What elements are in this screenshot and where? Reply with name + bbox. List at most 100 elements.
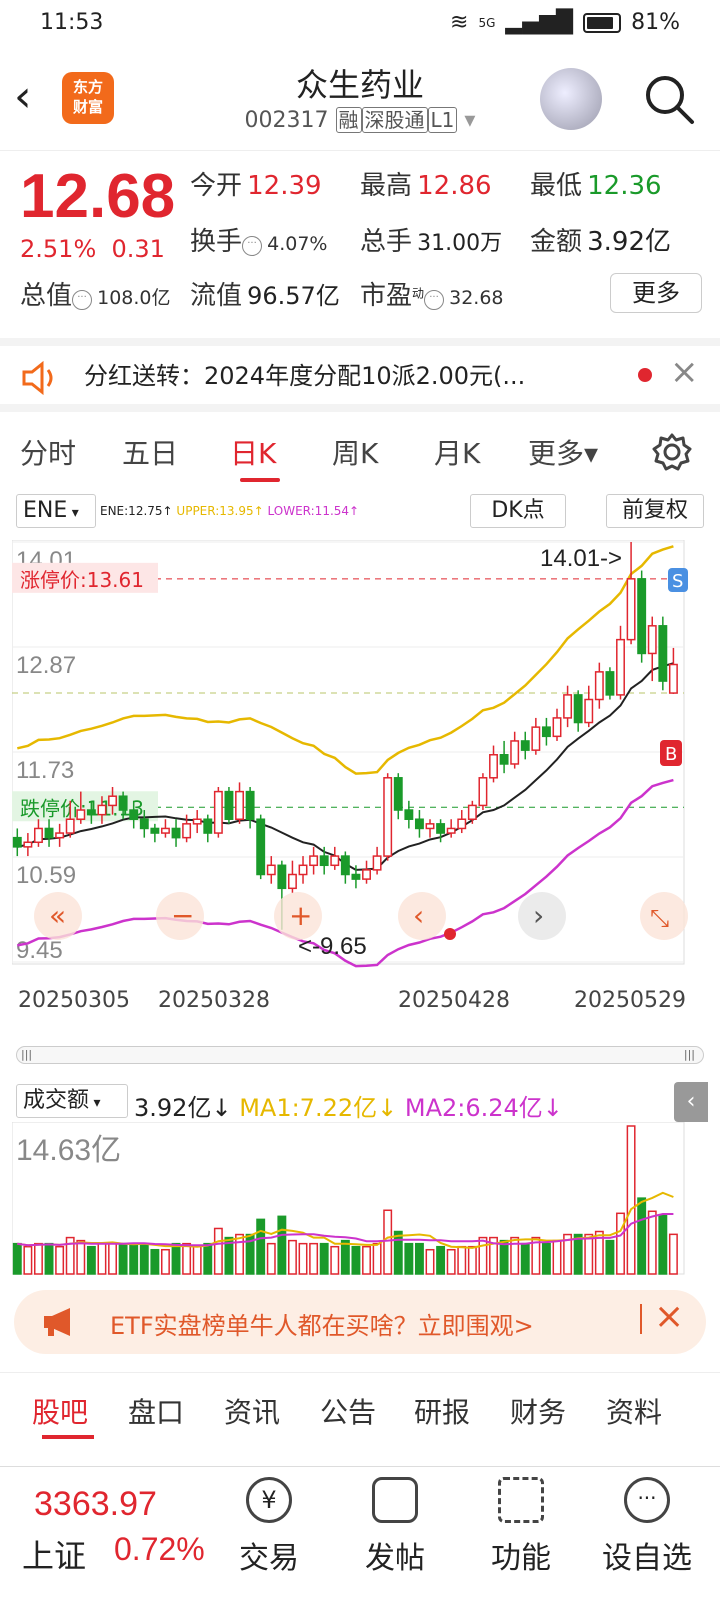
volume-bar	[97, 1242, 107, 1275]
tab-zixun[interactable]: 资讯	[224, 1391, 280, 1431]
quote-panel: 12.68 2.51% 0.31 今开 12.39 最高 12.86 最低 12…	[0, 150, 720, 330]
ma1-value: MA1:7.22亿	[239, 1094, 378, 1122]
chevron-left-icon[interactable]: ‹	[674, 1082, 708, 1122]
volume-select[interactable]: 成交额 ▾	[16, 1084, 128, 1118]
candle-body	[12, 836, 22, 848]
volume-bar	[55, 1245, 65, 1275]
candle-body	[573, 694, 583, 724]
volume-bar	[44, 1242, 54, 1275]
range-scrollbar[interactable]: ||| |||	[16, 1046, 704, 1064]
candle-body	[404, 809, 414, 820]
tab-zhouk[interactable]: 周K	[332, 432, 378, 472]
volume-bar	[552, 1239, 562, 1275]
dividend-notice[interactable]: 分红送转：2024年度分配10派2.00元(... ×	[0, 338, 720, 412]
candle-body	[182, 823, 192, 839]
volume-bar	[277, 1215, 287, 1275]
tab-pankou[interactable]: 盘口	[128, 1391, 184, 1431]
tab-caiwu[interactable]: 财务	[510, 1391, 566, 1431]
chart-nav-icon: ‹	[413, 899, 424, 932]
wifi-icon: ≋	[450, 10, 469, 35]
volume-bar	[520, 1242, 530, 1275]
stock-code: 002317	[244, 108, 329, 133]
tab-yuek[interactable]: 月K	[434, 432, 480, 472]
change-amount: 0.31	[111, 235, 165, 263]
adjust-button[interactable]: 前复权	[606, 494, 704, 528]
search-icon[interactable]	[640, 70, 698, 128]
trade-button[interactable]: ¥ 交易	[214, 1477, 324, 1577]
tab-yanbao[interactable]: 研报	[414, 1391, 470, 1431]
low-item: 最低 12.36	[530, 171, 662, 201]
volume-bar	[467, 1245, 477, 1275]
network-label: 5G	[478, 15, 496, 30]
volume-bar	[76, 1239, 86, 1275]
more-dots-icon: ···	[424, 289, 445, 310]
ene-value: ENE:12.75↑	[100, 504, 173, 518]
volume-bar	[23, 1245, 33, 1275]
tab-wuri[interactable]: 五日	[122, 432, 178, 472]
candle-body	[108, 795, 117, 807]
tab-ziliao[interactable]: 资料	[606, 1391, 662, 1431]
kline-chart[interactable]: 14.0112.8711.7310.599.45涨停价:13.61跌停价:11.…	[12, 540, 708, 972]
drag-handle-right[interactable]: |||	[684, 1048, 695, 1061]
unread-dot	[638, 368, 652, 382]
dk-point-button[interactable]: DK点	[470, 494, 566, 528]
chart-nav-icon: +	[289, 899, 312, 932]
add-watchlist-button[interactable]: ··· 设自选	[592, 1477, 702, 1577]
candle-body	[160, 827, 170, 834]
volume-bar	[362, 1245, 371, 1275]
candle-body	[605, 671, 615, 696]
limit-up-label: 涨停价:13.61	[20, 568, 144, 592]
volume-bar	[34, 1242, 43, 1275]
volume-bar	[340, 1239, 350, 1275]
candle-body	[563, 694, 573, 719]
edit-icon	[372, 1477, 418, 1523]
candle-body	[34, 827, 43, 844]
tag-sgt: 深股通	[361, 107, 428, 133]
tab-rik[interactable]: 日K	[230, 432, 276, 472]
close-icon[interactable]: ×	[670, 352, 699, 392]
candle-body	[298, 864, 308, 876]
date-label: 20250328	[158, 988, 270, 1013]
function-button[interactable]: 功能	[466, 1477, 576, 1577]
y-tick-label: 10.59	[16, 862, 76, 889]
battery-icon	[583, 12, 622, 33]
candle-body	[489, 754, 498, 779]
marker-dot	[444, 928, 456, 940]
candle-body	[203, 818, 213, 834]
drag-handle-left[interactable]: |||	[21, 1048, 32, 1061]
candle-body	[520, 740, 530, 751]
index-name[interactable]: 上证	[22, 1531, 86, 1577]
tab-fenshi[interactable]: 分时	[20, 432, 76, 472]
stock-name: 众生药业	[295, 66, 424, 104]
candle-body	[235, 790, 244, 820]
index-value[interactable]: 3363.97	[34, 1485, 157, 1524]
volume-bar	[616, 1212, 625, 1275]
indicator-select[interactable]: ENE ▾	[16, 494, 96, 528]
volume-bar	[160, 1248, 170, 1275]
candle-body	[224, 790, 234, 820]
tab-guba[interactable]: 股吧	[32, 1391, 88, 1431]
amount-item: 金额 3.92亿	[530, 227, 672, 257]
y-tick-label: 9.45	[16, 937, 63, 964]
post-button[interactable]: 发帖	[340, 1477, 450, 1577]
candle-body	[436, 823, 446, 834]
notice-text: 分红送转：2024年度分配10派2.00元(...	[84, 362, 526, 390]
open-item: 今开 12.39	[190, 171, 322, 201]
index-change[interactable]: 0.72%	[114, 1531, 205, 1568]
volume-bar	[192, 1245, 202, 1275]
candle-body	[372, 855, 382, 871]
volume-bar	[584, 1233, 594, 1275]
speaker-icon	[22, 360, 53, 396]
robot-assistant-icon[interactable]	[540, 68, 602, 130]
candle-body	[467, 804, 477, 820]
tab-gonggao[interactable]: 公告	[320, 1391, 376, 1431]
close-icon[interactable]: ×	[654, 1296, 684, 1337]
volume-bar	[393, 1230, 403, 1275]
tab-more[interactable]: 更多▾	[528, 432, 598, 472]
more-button[interactable]: 更多	[610, 273, 702, 313]
stock-code-line: 002317 融深股通 L1 ▾	[0, 104, 720, 133]
promo-banner[interactable]: ETF实盘榜单牛人都在买啥？立即围观> ×	[14, 1290, 706, 1354]
gear-icon[interactable]	[652, 432, 692, 472]
candle-body	[626, 578, 636, 641]
candle-body	[425, 823, 435, 830]
